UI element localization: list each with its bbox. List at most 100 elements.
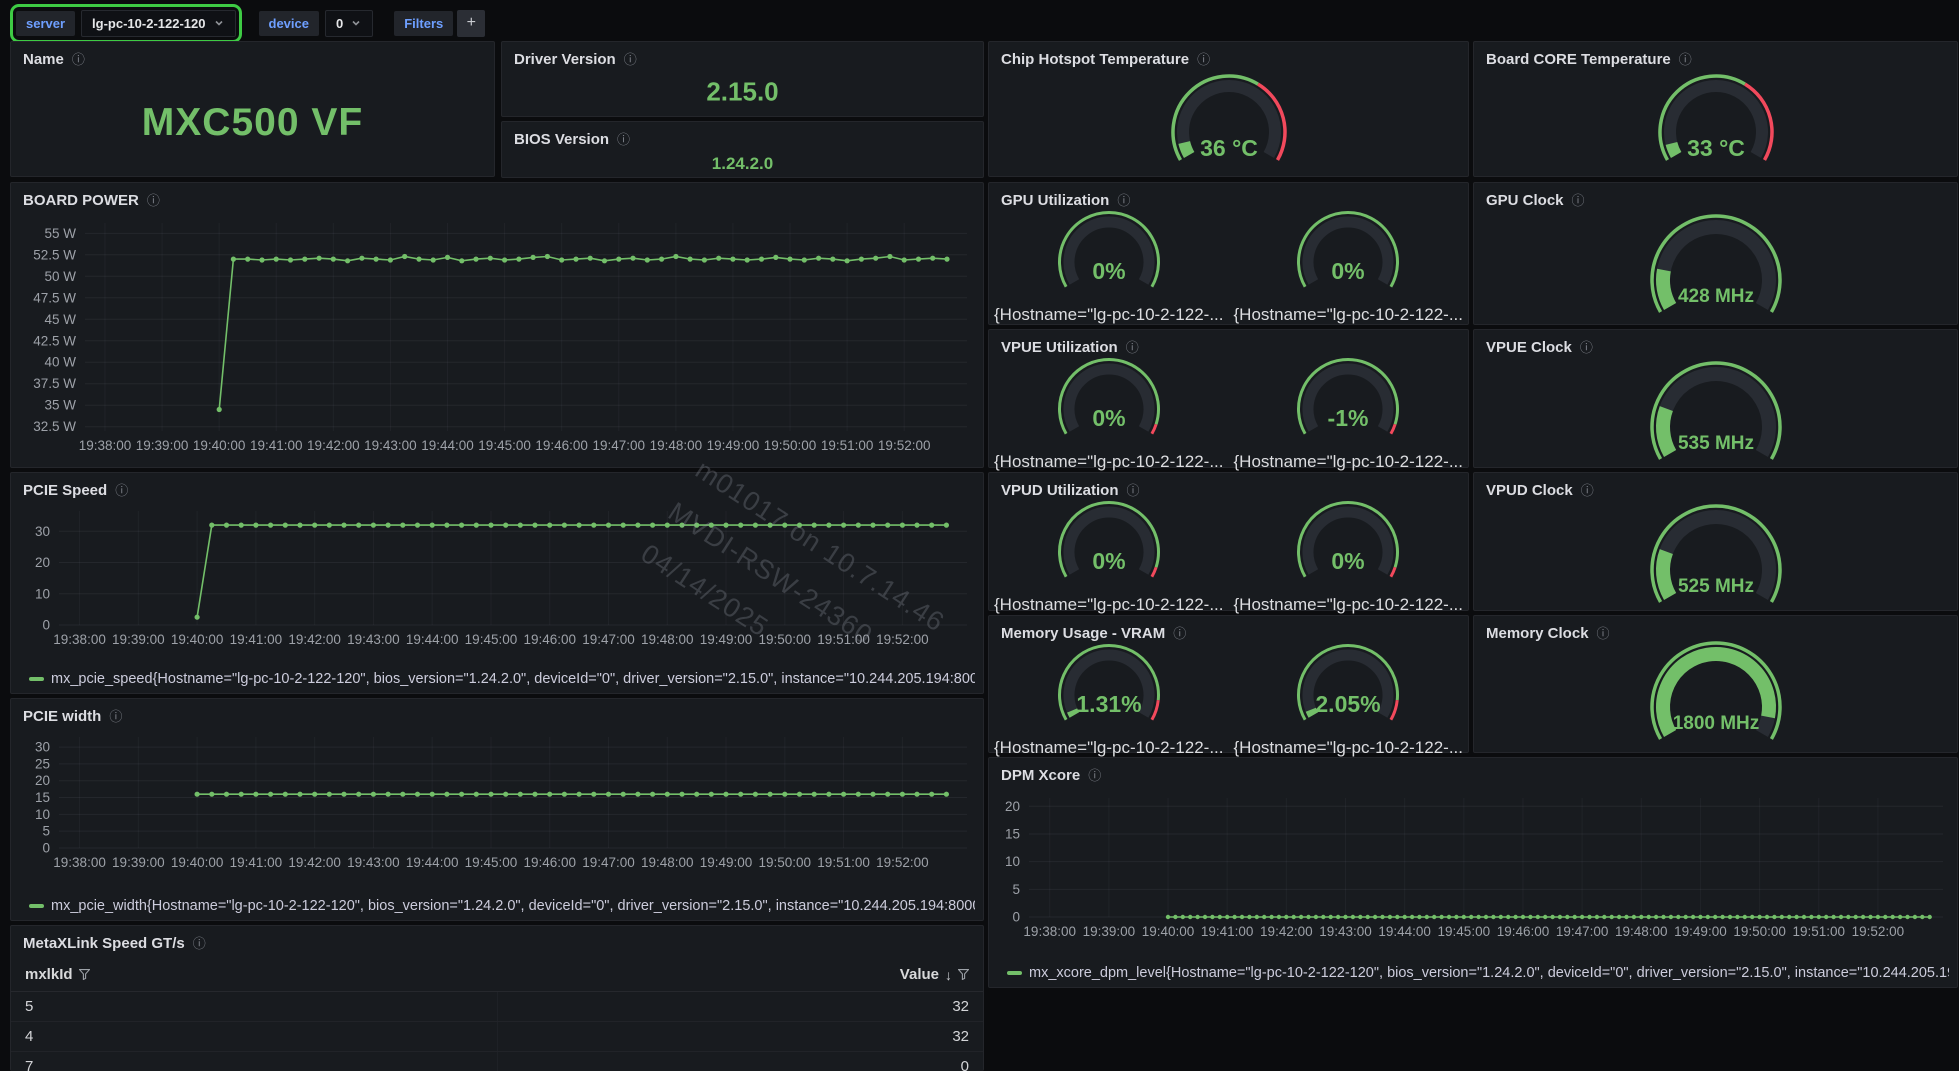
legend-item[interactable]: mx_pcie_width{Hostname="lg-pc-10-2-122-1… xyxy=(51,898,975,914)
panel-title[interactable]: DPM Xcore xyxy=(1001,767,1080,784)
panel-title[interactable]: GPU Utilization xyxy=(1001,192,1109,209)
legend: mx_pcie_speed{Hostname="lg-pc-10-2-122-1… xyxy=(29,669,975,689)
pcie-speed-chart[interactable]: 19:38:0019:39:0019:40:0019:41:0019:42:00… xyxy=(11,501,983,669)
info-icon[interactable]: ⓘ xyxy=(1581,484,1594,497)
server-variable-dropdown[interactable]: lg-pc-10-2-122-120 xyxy=(81,10,235,37)
sort-descending-icon[interactable]: ↓ xyxy=(945,967,952,983)
cell-value: 32 xyxy=(497,992,983,1021)
column-header-mxlkid[interactable]: mxlkId xyxy=(25,966,90,983)
info-icon[interactable]: ⓘ xyxy=(115,484,128,497)
gauge-pair: 1.31%{Hostname="lg-pc-10-2-122-... 2.05%… xyxy=(989,642,1468,750)
info-icon[interactable]: ⓘ xyxy=(1088,769,1101,782)
info-icon[interactable]: ⓘ xyxy=(1126,341,1139,354)
panel-vpue-utilization: VPUE Utilizationⓘ 0%{Hostname="lg-pc-10-… xyxy=(988,329,1469,468)
panel-title[interactable]: GPU Clock xyxy=(1486,192,1564,209)
info-icon[interactable]: ⓘ xyxy=(1572,194,1585,207)
server-variable-value: lg-pc-10-2-122-120 xyxy=(92,16,205,31)
info-icon[interactable]: ⓘ xyxy=(617,133,630,146)
svg-text:19:38:00: 19:38:00 xyxy=(53,632,106,647)
filter-icon[interactable] xyxy=(79,969,90,980)
svg-text:45 W: 45 W xyxy=(44,312,76,327)
info-icon[interactable]: ⓘ xyxy=(624,53,637,66)
add-filter-button[interactable]: + xyxy=(457,10,485,37)
gauge-pair: 0%{Hostname="lg-pc-10-2-122-... 0%{Hostn… xyxy=(989,209,1468,322)
panel-title[interactable]: MetaXLink Speed GT/s xyxy=(23,935,185,952)
column-header-value[interactable]: Value ↓ xyxy=(900,966,969,983)
vpue-util-gauge-0: 0% xyxy=(1034,356,1184,455)
svg-text:37.5 W: 37.5 W xyxy=(33,376,76,391)
panel-title[interactable]: VPUE Utilization xyxy=(1001,339,1118,356)
svg-text:19:47:00: 19:47:00 xyxy=(582,855,635,870)
device-variable-group: device 0 xyxy=(256,7,377,40)
svg-text:19:50:00: 19:50:00 xyxy=(759,855,812,870)
panel-title[interactable]: VPUE Clock xyxy=(1486,339,1572,356)
svg-text:19:38:00: 19:38:00 xyxy=(79,438,132,453)
panel-title[interactable]: BIOS Version xyxy=(514,131,609,148)
svg-text:19:40:00: 19:40:00 xyxy=(171,855,224,870)
svg-text:0: 0 xyxy=(42,618,50,633)
info-icon[interactable]: ⓘ xyxy=(1580,341,1593,354)
info-icon[interactable]: ⓘ xyxy=(193,937,206,950)
mem-vram-gauge-1: 2.05% xyxy=(1273,642,1423,741)
info-icon[interactable]: ⓘ xyxy=(1197,53,1210,66)
info-icon[interactable]: ⓘ xyxy=(1597,627,1610,640)
svg-text:25: 25 xyxy=(35,756,50,771)
svg-text:0: 0 xyxy=(1012,910,1020,925)
info-icon[interactable]: ⓘ xyxy=(1173,627,1186,640)
dpm-xcore-chart[interactable]: 19:38:0019:39:0019:40:0019:41:0019:42:00… xyxy=(989,786,1957,963)
panel-title[interactable]: BOARD POWER xyxy=(23,192,139,209)
vpud-util-gauge-1: 0% xyxy=(1273,499,1423,598)
panel-title[interactable]: Board CORE Temperature xyxy=(1486,51,1671,68)
svg-text:19:45:00: 19:45:00 xyxy=(465,632,518,647)
svg-text:19:50:00: 19:50:00 xyxy=(1733,924,1786,939)
svg-text:19:48:00: 19:48:00 xyxy=(641,632,694,647)
panel-title[interactable]: Memory Usage - VRAM xyxy=(1001,625,1165,642)
info-icon[interactable]: ⓘ xyxy=(147,194,160,207)
svg-text:47.5 W: 47.5 W xyxy=(33,290,76,305)
legend-item[interactable]: mx_xcore_dpm_level{Hostname="lg-pc-10-2-… xyxy=(1029,965,1949,981)
legend-item[interactable]: mx_pcie_speed{Hostname="lg-pc-10-2-122-1… xyxy=(51,671,975,687)
pcie-width-chart[interactable]: 19:38:0019:39:0019:40:0019:41:0019:42:00… xyxy=(11,727,983,896)
svg-text:19:41:00: 19:41:00 xyxy=(1201,924,1254,939)
info-icon[interactable]: ⓘ xyxy=(72,53,85,66)
legend: mx_pcie_width{Hostname="lg-pc-10-2-122-1… xyxy=(29,896,975,916)
info-icon[interactable]: ⓘ xyxy=(109,710,122,723)
gauge-series-label: {Hostname="lg-pc-10-2-122-... xyxy=(1233,595,1463,615)
svg-text:19:42:00: 19:42:00 xyxy=(288,855,341,870)
svg-text:19:41:00: 19:41:00 xyxy=(230,855,283,870)
cell-mxlkid: 4 xyxy=(11,1028,497,1045)
filters-button[interactable]: Filters xyxy=(394,11,453,36)
svg-text:19:50:00: 19:50:00 xyxy=(764,438,817,453)
svg-text:19:40:00: 19:40:00 xyxy=(193,438,246,453)
svg-text:20: 20 xyxy=(35,773,50,788)
svg-text:19:39:00: 19:39:00 xyxy=(112,632,165,647)
svg-text:30: 30 xyxy=(35,524,50,539)
gauge-series-label: {Hostname="lg-pc-10-2-122-... xyxy=(994,305,1224,325)
info-icon[interactable]: ⓘ xyxy=(1127,484,1140,497)
svg-text:19:49:00: 19:49:00 xyxy=(1674,924,1727,939)
svg-text:19:51:00: 19:51:00 xyxy=(821,438,874,453)
panel-title[interactable]: PCIE width xyxy=(23,708,101,725)
panel-title[interactable]: Driver Version xyxy=(514,51,616,68)
panel-title[interactable]: PCIE Speed xyxy=(23,482,107,499)
panel-title[interactable]: Memory Clock xyxy=(1486,625,1589,642)
info-icon[interactable]: ⓘ xyxy=(1117,194,1130,207)
device-variable-value: 0 xyxy=(336,16,343,31)
info-icon[interactable]: ⓘ xyxy=(1679,53,1692,66)
legend-swatch xyxy=(29,677,44,681)
device-variable-dropdown[interactable]: 0 xyxy=(325,10,373,37)
svg-text:20: 20 xyxy=(35,555,50,570)
svg-text:5: 5 xyxy=(1012,882,1020,897)
panel-title[interactable]: Chip Hotspot Temperature xyxy=(1001,51,1189,68)
filter-icon[interactable] xyxy=(958,969,969,980)
panel-title[interactable]: VPUD Clock xyxy=(1486,482,1573,499)
panel-title[interactable]: Name xyxy=(23,51,64,68)
server-variable-group: server lg-pc-10-2-122-120 xyxy=(10,4,242,43)
panel-title[interactable]: VPUD Utilization xyxy=(1001,482,1119,499)
panel-gpu-clock: GPU Clockⓘ 428 MHz xyxy=(1473,182,1958,325)
panel-name: Nameⓘ MXC500 VF xyxy=(10,41,495,177)
svg-text:19:47:00: 19:47:00 xyxy=(582,632,635,647)
svg-text:0%: 0% xyxy=(1092,258,1125,284)
board-power-chart[interactable]: 19:38:0019:39:0019:40:0019:41:0019:42:00… xyxy=(11,211,983,467)
svg-text:2.05%: 2.05% xyxy=(1316,691,1381,717)
